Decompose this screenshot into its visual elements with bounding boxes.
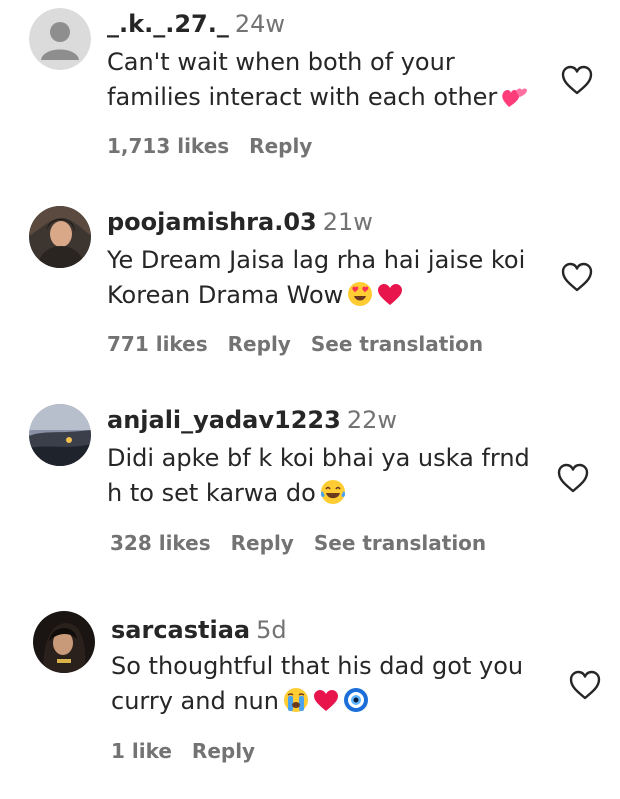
default-avatar-icon: [29, 8, 91, 70]
comments-page: { "comments": [ { "username": "_.k._.27.…: [0, 0, 620, 799]
comment-username[interactable]: sarcastiaa: [111, 616, 250, 644]
comment-text-line: families interact with each other: [107, 83, 498, 111]
comment-text: Can't wait when both of your families in…: [107, 45, 552, 119]
red-heart-icon: [313, 688, 339, 723]
comment-text: Ye Dream Jaisa lag rha hai jaise koi Kor…: [107, 243, 552, 317]
see-translation-button[interactable]: See translation: [314, 531, 486, 555]
profile-photo-icon: [29, 206, 91, 268]
like-heart-button[interactable]: [568, 669, 602, 701]
see-translation-button[interactable]: See translation: [311, 332, 483, 356]
comment-text: Didi apke bf k koi bhai ya uska frnd h t…: [107, 441, 552, 515]
comment-item: _.k._.27._ 24w Can't wait when both of yo…: [0, 0, 620, 190]
comment-text-line: So thoughtful that his dad got you: [111, 652, 524, 680]
comment-item: sarcastiaa 5d So thoughtful that his dad …: [0, 603, 620, 793]
avatar-photo[interactable]: [29, 404, 91, 466]
likes-count[interactable]: 328 likes: [110, 531, 211, 555]
comment-username[interactable]: poojamishra.03: [107, 208, 317, 236]
comment-text-line: Didi apke bf k koi bhai ya uska frnd: [107, 444, 530, 472]
tears-of-joy-icon: [320, 479, 346, 515]
heart-eyes-emoji-icon: [347, 281, 373, 317]
crying-face-icon: [283, 687, 309, 723]
likes-count[interactable]: 1,713 likes: [107, 134, 229, 158]
comment-text: So thoughtful that his dad got you curry…: [111, 649, 556, 723]
profile-photo-icon: [33, 611, 95, 673]
avatar-photo[interactable]: [29, 206, 91, 268]
comment-timestamp: 21w: [322, 208, 373, 236]
comment-username[interactable]: _.k._.27._: [107, 10, 229, 38]
nazar-amulet-icon: [343, 687, 369, 723]
avatar-photo[interactable]: [33, 611, 95, 673]
comment-text-line: Ye Dream Jaisa lag rha hai jaise koi: [107, 246, 526, 274]
comment-text-line: curry and nun: [111, 687, 279, 715]
likes-count[interactable]: 771 likes: [107, 332, 208, 356]
comment-item: poojamishra.03 21w Ye Dream Jaisa lag rha…: [0, 198, 620, 388]
comment-text-line: Can't wait when both of your: [107, 48, 455, 76]
reply-button[interactable]: Reply: [192, 739, 255, 763]
comment-text-line: Korean Drama Wow: [107, 281, 344, 309]
reply-button[interactable]: Reply: [249, 134, 312, 158]
like-heart-button[interactable]: [560, 261, 594, 293]
two-hearts-icon: [501, 84, 528, 119]
comment-timestamp: 24w: [234, 10, 285, 38]
like-heart-button[interactable]: [560, 64, 594, 96]
comment-item: anjali_yadav1223 22w Didi apke bf k koi b…: [0, 396, 620, 586]
comment-username[interactable]: anjali_yadav1223: [107, 406, 341, 434]
comment-timestamp: 5d: [256, 616, 287, 644]
profile-photo-icon: [29, 404, 91, 466]
like-heart-button[interactable]: [556, 462, 590, 494]
red-heart-icon: [377, 282, 403, 317]
likes-count[interactable]: 1 like: [111, 739, 172, 763]
comment-timestamp: 22w: [346, 406, 397, 434]
reply-button[interactable]: Reply: [231, 531, 294, 555]
reply-button[interactable]: Reply: [228, 332, 291, 356]
avatar-default[interactable]: [29, 8, 91, 70]
comment-text-line: h to set karwa do: [107, 479, 316, 507]
